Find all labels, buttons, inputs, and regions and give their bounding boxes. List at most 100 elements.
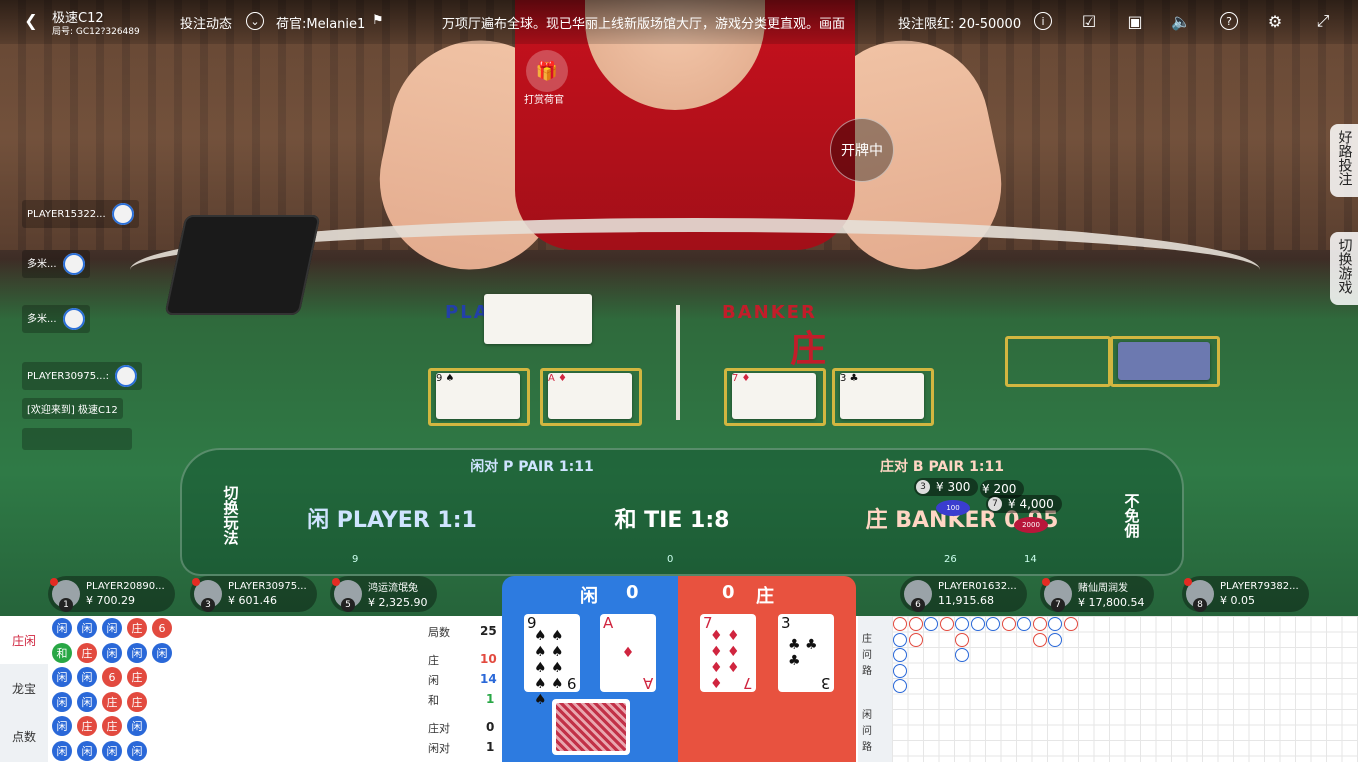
seat-amount: ¥ 601.46 <box>228 594 277 607</box>
good-road-bet-tab[interactable]: 好路投注 <box>1330 124 1358 197</box>
card-back <box>552 699 630 755</box>
player-card-1: 9 ♠ ♠ ♠ ♠ ♠ ♠ ♠ ♠ ♠ 9 <box>524 614 580 708</box>
chat-message: 多米... <box>22 250 90 278</box>
seat-player[interactable]: 8 PLAYER79382... ¥ 0.05 <box>1182 576 1309 612</box>
banker-bet-count: 26 <box>944 554 957 565</box>
bead: 庄 <box>102 716 122 736</box>
switch-game-tab[interactable]: 切换游戏 <box>1330 232 1358 305</box>
tip-dealer-label[interactable]: 打赏荷官 <box>524 91 564 106</box>
camera-icon[interactable]: ▣ <box>1124 10 1146 32</box>
stat-banker: 10 <box>480 652 497 666</box>
avatar: 6 <box>904 580 932 612</box>
seat-name: PLAYER01632... <box>938 581 1017 592</box>
chip-2000: 2000 <box>1014 517 1048 533</box>
round-id: 局号: GC12?326489 <box>52 27 140 37</box>
player-card-2: A ♦ A <box>600 614 656 692</box>
player-card-slot-1: 9 ♠ <box>428 368 530 426</box>
video-check-icon[interactable]: ☑ <box>1078 10 1100 32</box>
road-type-tabs: 庄闲 龙宝 点数 <box>0 616 48 762</box>
tie-bet[interactable]: 和 TIE 1:8 <box>552 488 792 548</box>
tab-points[interactable]: 点数 <box>0 712 48 760</box>
gift-icon[interactable]: 🎁 <box>526 50 568 92</box>
chat-message: PLAYER30975...: <box>22 362 142 390</box>
road-ring <box>986 617 1000 631</box>
avatar: 7 <box>1042 578 1072 612</box>
seat-player[interactable]: 3 PLAYER30975... ¥ 601.46 <box>190 576 317 612</box>
road-ring <box>955 632 969 647</box>
bead: 闲 <box>77 740 97 761</box>
seat-name: 鸿运流氓兔 <box>368 583 418 594</box>
bet-badge-1: 3 ¥ 300 <box>914 478 979 496</box>
switch-game-label: 切换游戏 <box>1336 238 1353 294</box>
player-pair-bet[interactable]: 闲对 P PAIR 1:11 <box>382 454 682 478</box>
road-ring <box>955 648 969 662</box>
road-ring <box>939 617 954 631</box>
chat-welcome: [欢迎来到] 极速C12 <box>22 398 123 419</box>
banker-bet[interactable]: 庄 BANKER 0.95 <box>812 488 1112 548</box>
card-shoe <box>164 215 321 315</box>
help-icon[interactable]: ? <box>1220 12 1238 30</box>
road-label: 问 <box>862 650 872 661</box>
info-icon[interactable]: i <box>1034 12 1052 30</box>
bead: 庄 <box>102 691 122 712</box>
road-ring <box>955 617 969 631</box>
player-bet[interactable]: 闲 PLAYER 1:1 <box>242 488 542 548</box>
fullscreen-icon[interactable]: ⤢ <box>1312 10 1334 32</box>
banker-pair-bet[interactable]: 庄对 B PAIR 1:11 <box>792 454 1092 478</box>
tab-banker-player[interactable]: 庄闲 <box>0 616 48 664</box>
bet-badge-3: 7 ¥ 4,000 <box>986 495 1062 513</box>
seat-player[interactable]: 6 PLAYER01632... 11,915.68 <box>900 576 1027 612</box>
bead: 闲 <box>127 740 147 761</box>
sound-icon[interactable]: 🔈 <box>1170 10 1192 32</box>
road-label: 闲 <box>862 710 872 721</box>
seat-player[interactable]: 7 赌仙周润发 ¥ 17,800.54 <box>1040 576 1155 612</box>
bet-feed-button[interactable]: 投注动态 <box>180 13 232 32</box>
bead: 闲 <box>77 618 97 638</box>
no-commission-button[interactable]: 不免佣 <box>1107 480 1157 550</box>
banker-result-panel: 0 庄 7 ♦ ♦ ♦ ♦ ♦ ♦ ♦ 7 3 ♣ ♣ ♣ 3 <box>678 576 856 762</box>
seat-amount: ¥ 700.29 <box>86 594 135 607</box>
back-icon[interactable]: ❮ <box>20 9 42 31</box>
bet-limit: 投注限红: 20-50000 <box>898 17 1022 32</box>
chat-input[interactable] <box>22 428 132 450</box>
gear-icon[interactable]: ⚙ <box>1264 10 1286 32</box>
road-ring <box>924 617 938 631</box>
road-ring <box>970 617 985 631</box>
bead: 庄 <box>77 642 97 663</box>
road-label: 庄 <box>862 634 872 645</box>
road-ring <box>1048 617 1062 631</box>
seat-player[interactable]: 1 PLAYER20890... ¥ 700.29 <box>48 576 175 612</box>
seat-amount: ¥ 0.05 <box>1220 594 1255 607</box>
sticker-icon <box>115 365 137 387</box>
bead: 庄 <box>127 618 147 638</box>
stat-banker-label: 庄 <box>428 654 439 667</box>
felt-divider <box>676 305 680 420</box>
stat-bpair: 0 <box>486 720 495 734</box>
seat-amount: ¥ 17,800.54 <box>1078 596 1145 609</box>
bead: 6 <box>152 618 172 638</box>
road-ring <box>893 663 907 678</box>
seat-player[interactable]: 5 鸿运流氓兔 ¥ 2,325.90 <box>330 576 438 612</box>
stat-tie-label: 和 <box>428 694 439 707</box>
stat-ppair: 1 <box>486 740 495 754</box>
flag-icon: ⚑ <box>372 13 384 28</box>
road-ring <box>908 617 923 631</box>
road-ring <box>893 632 907 647</box>
seat-name: PLAYER20890... <box>86 581 165 592</box>
tie-bet-count: 0 <box>667 554 674 565</box>
road-ring <box>1032 617 1047 631</box>
chip-100: 100 <box>936 500 970 516</box>
bead: 闲 <box>52 667 72 687</box>
road-ring <box>908 632 923 647</box>
chevron-down-icon[interactable]: ⌄ <box>246 12 264 30</box>
tab-dragon[interactable]: 龙宝 <box>0 664 48 712</box>
top-bar: ❮ 极速C12 局号: GC12?326489 投注动态 ⌄ 荷官:Melani… <box>0 0 1358 44</box>
bead: 庄 <box>77 716 97 736</box>
avatar: 1 <box>50 578 80 612</box>
player-result-label: 闲 <box>580 586 598 607</box>
road-ring <box>1017 617 1031 631</box>
banker-score: 0 <box>722 582 735 603</box>
dealt-card <box>484 294 592 344</box>
switch-play-button[interactable]: 切换玩法 <box>206 480 256 550</box>
banker-card-1: 7 ♦ ♦ ♦ ♦ ♦ ♦ ♦ 7 <box>700 614 756 692</box>
